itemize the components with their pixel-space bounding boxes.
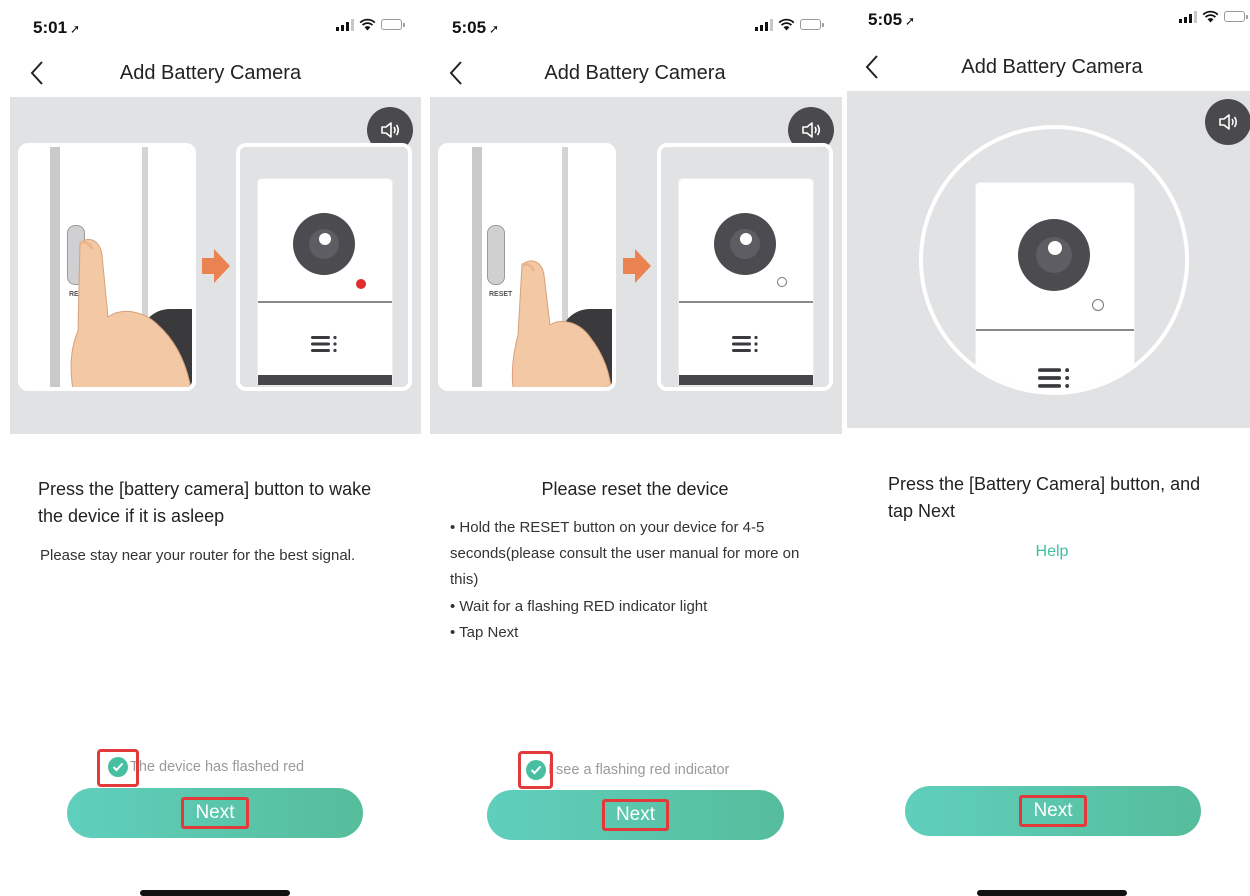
home-indicator xyxy=(140,890,290,896)
screen-2: 5:05 ➚ Add Battery Camera RESET Please r… xyxy=(421,0,843,896)
checkbox-label: I see a flashing red indicator xyxy=(548,762,730,778)
speaker-grille-icon xyxy=(311,335,337,353)
wifi-icon xyxy=(359,18,376,31)
next-button[interactable]: Next xyxy=(487,790,784,840)
status-time: 5:05 ➚ xyxy=(868,10,916,29)
cellular-signal-icon xyxy=(1179,10,1197,23)
instruction-illustration: RESET xyxy=(430,97,842,434)
battery-icon xyxy=(800,19,824,30)
checkbox-highlight xyxy=(97,749,139,787)
bullet-item: • Tap Next xyxy=(450,624,519,641)
screen-3: 5:05 ➚ Add Battery Camera Press the [Batt… xyxy=(843,0,1250,896)
checkbox-label: The device has flashed red xyxy=(130,759,305,775)
flashing-indicator-checkbox-row[interactable]: I see a flashing red indicator xyxy=(526,760,729,780)
location-arrow-icon: ➚ xyxy=(70,22,81,36)
instruction-heading: Press the [battery camera] button to wak… xyxy=(38,479,372,526)
instruction-heading: Please reset the device xyxy=(541,479,729,499)
status-time: 5:05 ➚ xyxy=(452,18,500,37)
instruction-illustration xyxy=(847,91,1250,428)
finger-illustration xyxy=(511,260,612,387)
doorbell-device xyxy=(258,179,392,385)
screen-1: 5:01 ➚ Add Battery Camera RE Press the [… xyxy=(0,0,421,896)
doorbell-device xyxy=(679,179,813,385)
battery-icon xyxy=(381,19,405,30)
instruction-illustration: RE xyxy=(10,97,421,434)
page-title: Add Battery Camera xyxy=(544,62,726,84)
instruction-heading: Press the [Battery Camera] button, and t… xyxy=(888,474,1201,521)
page-title: Add Battery Camera xyxy=(961,56,1143,78)
arrow-right-icon xyxy=(623,249,651,283)
location-arrow-icon: ➚ xyxy=(489,22,500,36)
speaker-grille-icon xyxy=(1038,368,1070,388)
indicator-light xyxy=(1092,299,1104,311)
status-icons xyxy=(336,18,405,31)
device-button xyxy=(487,225,505,285)
wifi-icon xyxy=(1202,10,1219,23)
speaker-grille-icon xyxy=(732,335,758,353)
finger-illustration xyxy=(70,239,192,387)
cellular-signal-icon xyxy=(336,18,354,31)
home-indicator xyxy=(977,890,1127,896)
bullet-item: • Wait for a flashing RED indicator ligh… xyxy=(450,598,708,615)
arrow-right-icon xyxy=(202,249,230,283)
indicator-light xyxy=(777,277,787,287)
status-icons xyxy=(755,18,824,31)
router-tip: Please stay near your router for the bes… xyxy=(40,547,356,564)
speaker-icon[interactable] xyxy=(1205,99,1250,145)
camera-panel xyxy=(657,143,833,391)
next-button[interactable]: Next xyxy=(905,786,1201,836)
bullet-item: • Hold the RESET button on your device f… xyxy=(450,519,800,588)
reset-panel: RESET xyxy=(438,143,616,391)
checkbox-highlight xyxy=(518,751,553,789)
wifi-icon xyxy=(778,18,795,31)
cellular-signal-icon xyxy=(755,18,773,31)
status-icons xyxy=(1179,10,1248,23)
red-indicator-light xyxy=(356,279,366,289)
camera-panel xyxy=(236,143,412,391)
location-arrow-icon: ➚ xyxy=(905,14,916,28)
battery-icon xyxy=(1224,11,1248,22)
camera-circle xyxy=(919,125,1189,395)
page-title: Add Battery Camera xyxy=(119,62,302,84)
next-button[interactable]: Next xyxy=(67,788,363,838)
reset-panel: RE xyxy=(18,143,196,391)
status-time: 5:01 ➚ xyxy=(33,18,81,37)
help-link[interactable]: Help xyxy=(843,543,1250,561)
doorbell-device xyxy=(976,183,1134,391)
